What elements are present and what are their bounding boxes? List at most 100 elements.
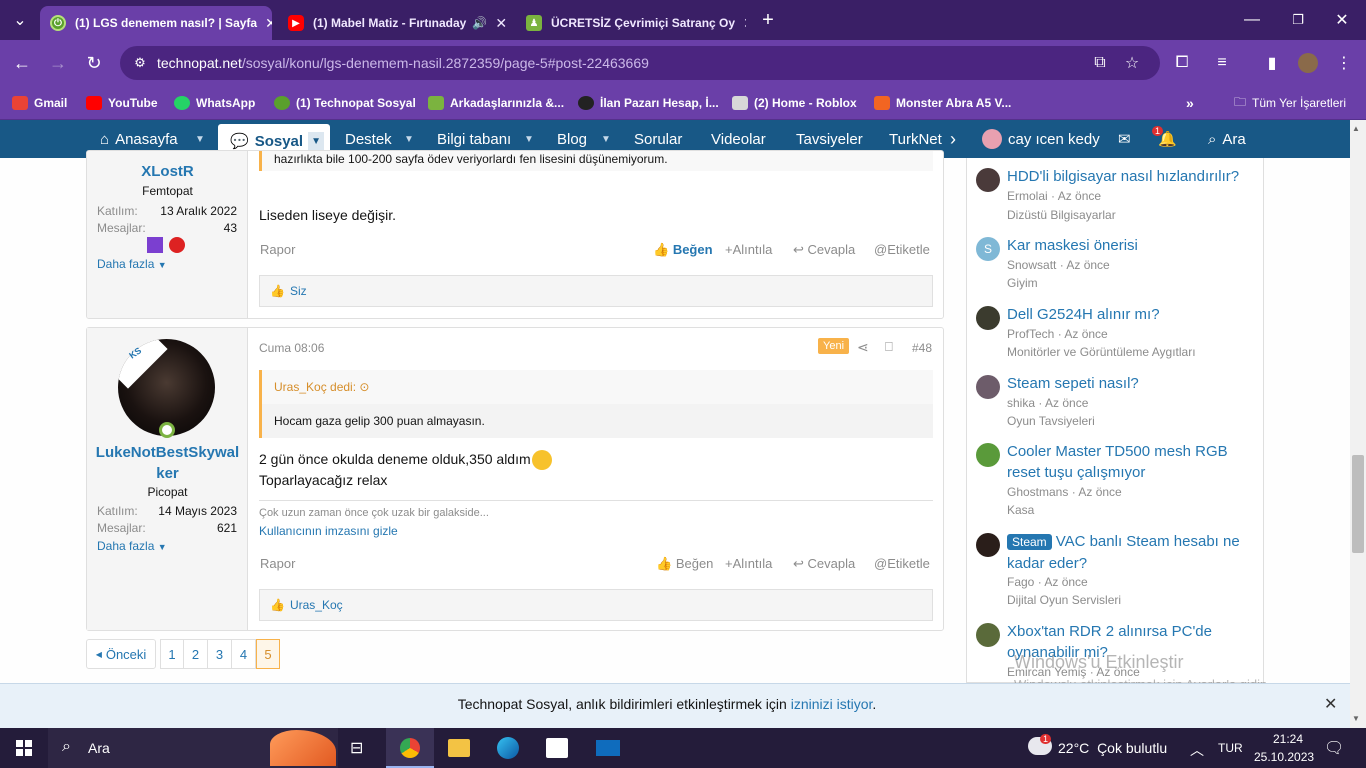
report-button[interactable]: Rapor [260,242,295,257]
close-notification-icon[interactable]: ✕ [1324,694,1337,714]
thread-title[interactable]: Kar maskesi önerisi [1007,235,1247,256]
tab-chess[interactable]: ♟ ÜCRETSİZ Çevrimiçi Satranç Oy ✕ [516,6,746,40]
show-hidden-icons-icon[interactable]: ︿ [1190,740,1204,760]
language-indicator[interactable]: TUR [1218,741,1243,755]
extensions-icon[interactable]: ⧠ [1168,49,1196,77]
quote-author[interactable]: Uras_Koç dedi: ⊙ [274,380,369,394]
page-link[interactable]: 1 [160,639,184,669]
notification-center-icon[interactable]: 🗨 [1324,738,1344,758]
bookmark-icon[interactable]: ⎕ [885,339,893,355]
tag-button[interactable]: @Etiketle [874,242,930,257]
close-window-button[interactable]: ✕ [1328,6,1356,34]
bookmark-chess[interactable]: Arkadaşlarınızla &... [428,93,564,113]
file-explorer-icon[interactable] [448,739,470,757]
task-view-icon[interactable]: ⊟ [350,738,363,758]
share-icon[interactable]: ⋖ [857,339,869,356]
page-link[interactable]: 2 [184,639,208,669]
thread-forum[interactable]: Dijital Oyun Servisleri [1007,593,1121,607]
bookmark-gmail[interactable]: Gmail [12,93,67,113]
nav-sosyal-dropdown[interactable]: ▼ [308,131,324,151]
sidebar-thread[interactable]: Steam sepeti nasıl? shika · Az önce Oyun… [976,373,1256,437]
bookmark-roblox[interactable]: (2) Home - Roblox [732,93,857,113]
profile-avatar[interactable] [1298,53,1318,73]
nav-user[interactable]: cay ıcen kedy [982,120,1100,158]
reply-button[interactable]: ↩ Cevapla [793,556,855,572]
clock-date[interactable]: 25.10.2023 [1254,750,1314,764]
sidebar-thread[interactable]: Dell G2524H alınır mı? ProfTech · Az önc… [976,304,1256,368]
nav-scroll-right-icon[interactable]: › [950,120,956,158]
menu-icon[interactable]: ⋮ [1330,49,1358,77]
reply-button[interactable]: ↩ Cevapla [793,242,855,258]
side-panel-icon[interactable]: ▮ [1258,49,1286,77]
page-scrollbar[interactable] [1350,120,1366,728]
weather-widget[interactable]: 22°C Çok bulutlu [1058,740,1167,756]
nav-search[interactable]: ⌕ Ara [1208,120,1246,158]
inbox-icon[interactable]: ✉ [1118,120,1131,158]
quote-button[interactable]: +Alıntıla [725,242,772,257]
store-icon[interactable] [546,738,568,758]
close-tab-icon[interactable]: ✕ [487,15,507,32]
bookmark-ilan[interactable]: İlan Pazarı Hesap, İ... [578,93,719,113]
tag-button[interactable]: @Etiketle [874,556,930,571]
thread-forum[interactable]: Dizüstü Bilgisayarlar [1007,208,1116,222]
thread-title[interactable]: Steam sepeti nasıl? [1007,373,1247,394]
bookmark-monster[interactable]: Monster Abra A5 V... [874,93,1011,113]
bookmark-technopat[interactable]: (1) Technopat Sosyal [274,93,416,113]
scrollbar-thumb[interactable] [1352,455,1364,553]
sidebar-thread[interactable]: Steam VAC banlı Steam hesabı ne kadar ede… [976,531,1256,615]
thread-title[interactable]: HDD'li bilgisayar nasıl hızlandırılır? [1007,166,1247,187]
mail-icon[interactable] [596,740,620,756]
report-button[interactable]: Rapor [260,556,295,571]
bookmark-youtube[interactable]: YouTube [86,93,158,113]
site-settings-icon[interactable]: ⚙ [126,49,154,77]
post-number[interactable]: #48 [912,341,932,355]
bookmark-whatsapp[interactable]: WhatsApp [174,93,255,113]
speaker-icon[interactable]: 🔊 [472,16,487,30]
page-current[interactable]: 5 [256,639,280,669]
more-bookmarks-icon[interactable]: » [1186,93,1194,113]
bell-icon[interactable]: 🔔 [1158,120,1177,158]
thread-forum[interactable]: Monitörler ve Görüntüleme Aygıtları [1007,345,1196,359]
back-icon[interactable]: ← [8,49,36,77]
reactions-bar[interactable]: 👍 Uras_Koç [259,589,933,621]
scroll-up-icon[interactable]: ▲ [1352,124,1360,133]
reactions-bar[interactable]: 👍 Siz [259,275,933,307]
install-app-icon[interactable]: ⧉ [1086,49,1114,77]
quote-button[interactable]: +Alıntıla [725,556,772,571]
post-date[interactable]: Cuma 08:06 [259,341,324,355]
page-link[interactable]: 3 [208,639,232,669]
permission-link[interactable]: izninizi istiyor [791,696,873,712]
url-text[interactable]: technopat.net/sosyal/konu/lgs-denemem-na… [157,55,649,71]
tab-search-icon[interactable]: ⌄ [6,6,34,34]
minimize-button[interactable]: — [1238,6,1266,34]
more-user-info[interactable]: Daha fazla ▼ [97,539,167,553]
tab-lgs[interactable]: ⏻ (1) LGS denemem nasıl? | Sayfa ✕ [40,6,272,40]
edge-icon[interactable] [497,737,519,759]
sidebar-thread[interactable]: S Kar maskesi önerisi Snowsatt · Az önce… [976,235,1256,299]
tab-youtube[interactable]: ▶ (1) Mabel Matiz - Fırtınaday 🔊 ✕ [278,6,510,40]
thread-forum[interactable]: Giyim [1007,276,1038,290]
close-tab-icon[interactable]: ✕ [735,15,746,32]
new-tab-button[interactable]: + [754,6,782,34]
thread-forum[interactable]: Kasa [1007,503,1034,517]
hide-signature-link[interactable]: Kullanıcının imzasını gizle [259,524,398,538]
thread-title[interactable]: Dell G2524H alınır mı? [1007,304,1247,325]
username[interactable]: LukeNotBestSkywalker [95,442,240,484]
scroll-down-icon[interactable]: ▼ [1352,714,1360,723]
close-tab-icon[interactable]: ✕ [257,15,272,32]
page-link[interactable]: 4 [232,639,256,669]
reload-icon[interactable]: ↻ [80,49,108,77]
all-bookmarks-folder[interactable]: 🗀 Tüm Yer İşaretleri [1234,93,1346,113]
media-controls-icon[interactable]: ≡ [1208,49,1236,77]
restore-button[interactable]: ❐ [1284,6,1312,34]
like-button[interactable]: 👍 Beğen [656,556,713,572]
forward-icon[interactable]: → [44,49,72,77]
sidebar-thread[interactable]: Cooler Master TD500 mesh RGB reset tuşu … [976,441,1256,525]
bookmark-star-icon[interactable]: ☆ [1118,49,1146,77]
username[interactable]: XLostR [87,163,248,180]
clock-time[interactable]: 21:24 [1266,732,1310,746]
thread-forum[interactable]: Oyun Tavsiyeleri [1007,414,1095,428]
more-user-info[interactable]: Daha fazla ▼ [97,257,167,271]
thread-title[interactable]: Cooler Master TD500 mesh RGB reset tuşu … [1007,441,1247,483]
thread-title[interactable]: Steam VAC banlı Steam hesabı ne kadar ede… [1007,531,1247,574]
